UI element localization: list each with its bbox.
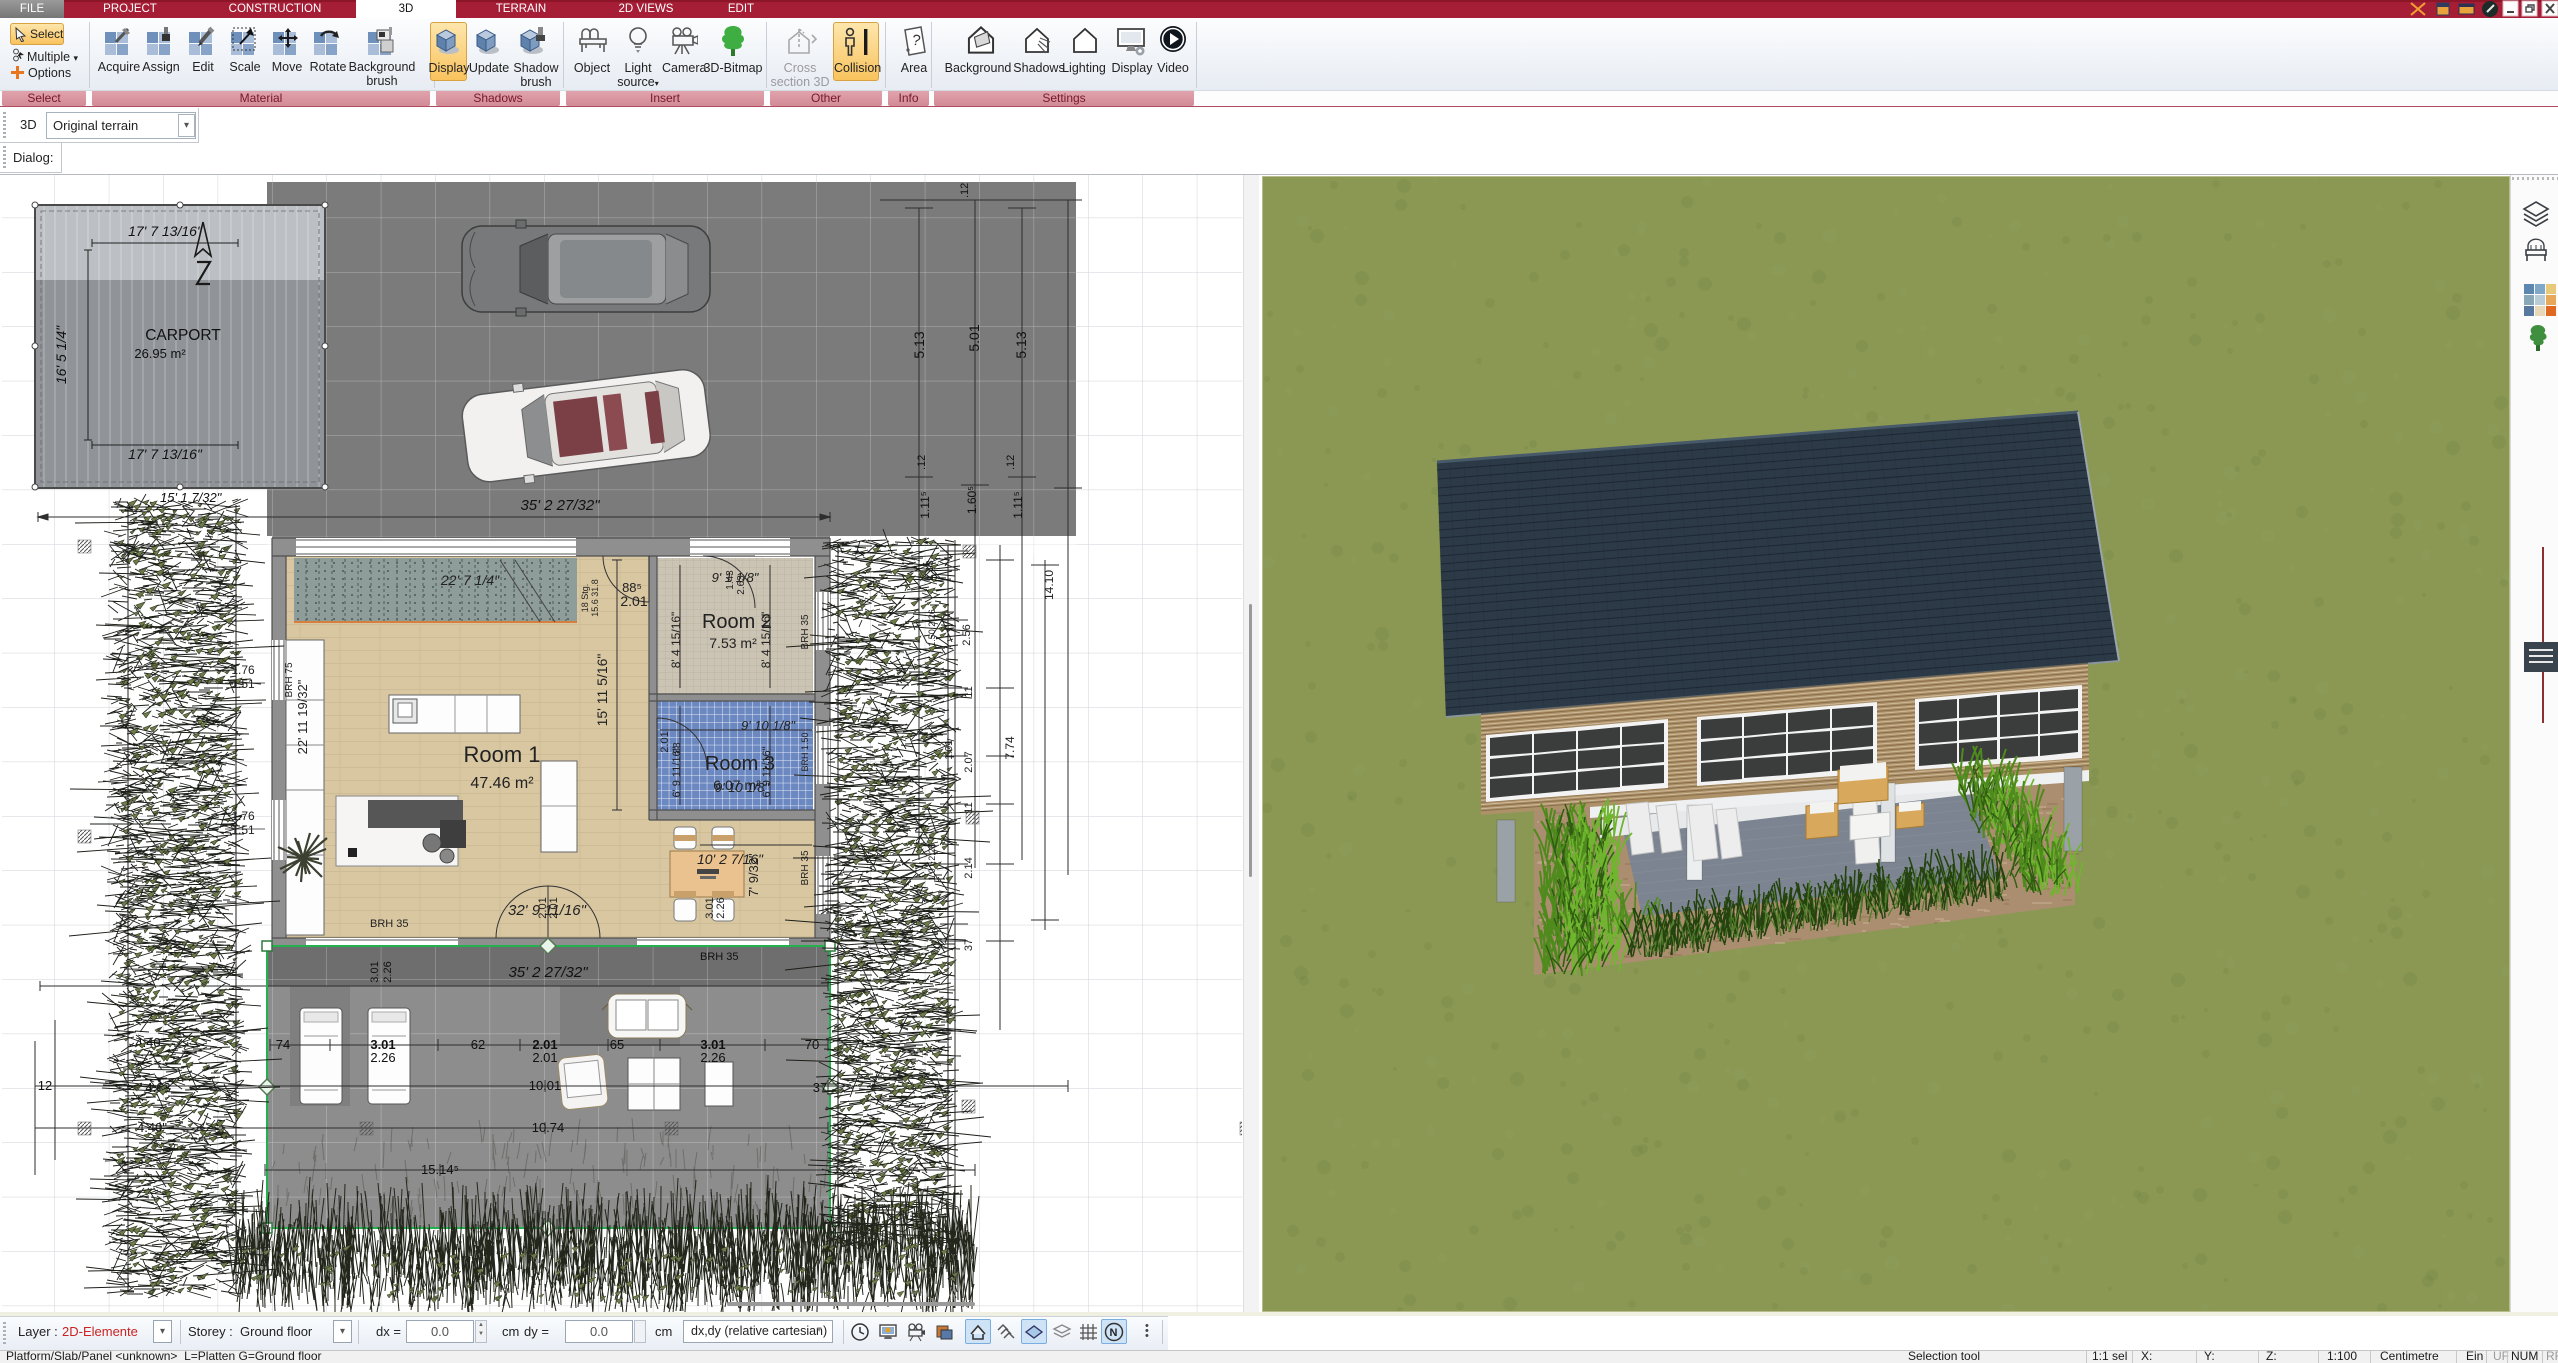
svg-text:1.51: 1.51 <box>231 823 255 837</box>
svg-text:BRH 35: BRH 35 <box>800 614 811 649</box>
svg-text:2.01: 2.01 <box>548 897 560 918</box>
svg-text:1.11⁵: 1.11⁵ <box>1011 491 1025 518</box>
svg-text:BRH 35: BRH 35 <box>700 951 739 963</box>
svg-text:10.74: 10.74 <box>532 1120 565 1135</box>
svg-text:37: 37 <box>813 1080 827 1095</box>
svg-text:BRH 1.50: BRH 1.50 <box>800 732 810 771</box>
svg-text:2.01: 2.01 <box>659 731 671 752</box>
svg-text:8' 4 15/16": 8' 4 15/16" <box>669 612 683 669</box>
svg-text:22' 11 19/32": 22' 11 19/32" <box>295 679 310 754</box>
svg-text:2.01: 2.01 <box>620 593 647 609</box>
svg-text:2.26: 2.26 <box>370 1050 395 1065</box>
svg-text:47.46 m²: 47.46 m² <box>470 775 534 792</box>
svg-text:7.53 m²: 7.53 m² <box>709 635 757 651</box>
svg-text:37: 37 <box>963 939 975 951</box>
svg-text:1.43: 1.43 <box>725 570 736 590</box>
svg-text:1.76: 1.76 <box>231 809 255 823</box>
svg-text:6' 9 11/16": 6' 9 11/16" <box>761 746 773 797</box>
svg-text:11: 11 <box>963 686 975 697</box>
svg-text:2.07: 2.07 <box>963 751 975 772</box>
svg-text:2.63: 2.63 <box>736 575 747 595</box>
svg-text:6' 9 11/16": 6' 9 11/16" <box>671 746 683 797</box>
svg-text:15.14⁵: 15.14⁵ <box>421 1162 459 1177</box>
svg-text:CARPORT: CARPORT <box>145 327 221 344</box>
svg-text:9' 10 1/8": 9' 10 1/8" <box>741 718 796 733</box>
svg-text:16' 5 1/4": 16' 5 1/4" <box>53 325 69 384</box>
svg-text:2.14: 2.14 <box>963 857 975 878</box>
svg-text:3.01: 3.01 <box>369 961 381 982</box>
svg-text:2.01: 2.01 <box>532 1050 557 1065</box>
svg-text:Room 1: Room 1 <box>463 742 540 767</box>
svg-text:22' 7 1/4": 22' 7 1/4" <box>440 572 500 588</box>
svg-text:35' 2 27/32": 35' 2 27/32" <box>520 497 600 514</box>
svg-text:14.10: 14.10 <box>1042 570 1056 600</box>
svg-text:17' 7 13/16": 17' 7 13/16" <box>128 223 203 239</box>
svg-text:5.01: 5.01 <box>966 324 982 351</box>
svg-text:35' 2 27/32": 35' 2 27/32" <box>508 964 588 981</box>
svg-text:1.11⁵: 1.11⁵ <box>918 491 932 518</box>
svg-text:74: 74 <box>276 1037 290 1052</box>
svg-text:.12: .12 <box>916 455 928 470</box>
svg-text:2.26: 2.26 <box>382 961 394 982</box>
svg-text:7.74: 7.74 <box>1003 736 1017 760</box>
svg-text:8' 4 15/16": 8' 4 15/16" <box>759 612 773 669</box>
svg-text:.12: .12 <box>1005 455 1017 470</box>
svg-text:7' 9/32": 7' 9/32" <box>746 853 761 897</box>
svg-text:2.26: 2.26 <box>715 897 727 918</box>
svg-text:26.95 m²: 26.95 m² <box>134 346 186 361</box>
svg-text:15' 11 5/16": 15' 11 5/16" <box>594 654 610 727</box>
svg-text:1.60⁵: 1.60⁵ <box>965 486 979 514</box>
svg-text:62: 62 <box>471 1037 485 1052</box>
svg-text:10.01: 10.01 <box>529 1078 562 1093</box>
svg-text:BRH 75: BRH 75 <box>284 662 295 697</box>
svg-text:5.13: 5.13 <box>1013 331 1029 358</box>
svg-text:5.13: 5.13 <box>911 331 927 358</box>
svg-text:17' 7 13/16": 17' 7 13/16" <box>128 446 203 462</box>
svg-text:N: N <box>1110 1327 1118 1339</box>
svg-text:2.26: 2.26 <box>700 1050 725 1065</box>
svg-text:15.6 31.8: 15.6 31.8 <box>590 579 600 617</box>
svg-text:12: 12 <box>38 1078 52 1093</box>
svg-text:18 Stg.: 18 Stg. <box>580 584 590 613</box>
svg-text:BRH 35: BRH 35 <box>800 850 811 885</box>
svg-text:65: 65 <box>610 1037 624 1052</box>
svg-text:BRH 35: BRH 35 <box>370 918 409 930</box>
svg-text:.12: .12 <box>959 183 971 198</box>
